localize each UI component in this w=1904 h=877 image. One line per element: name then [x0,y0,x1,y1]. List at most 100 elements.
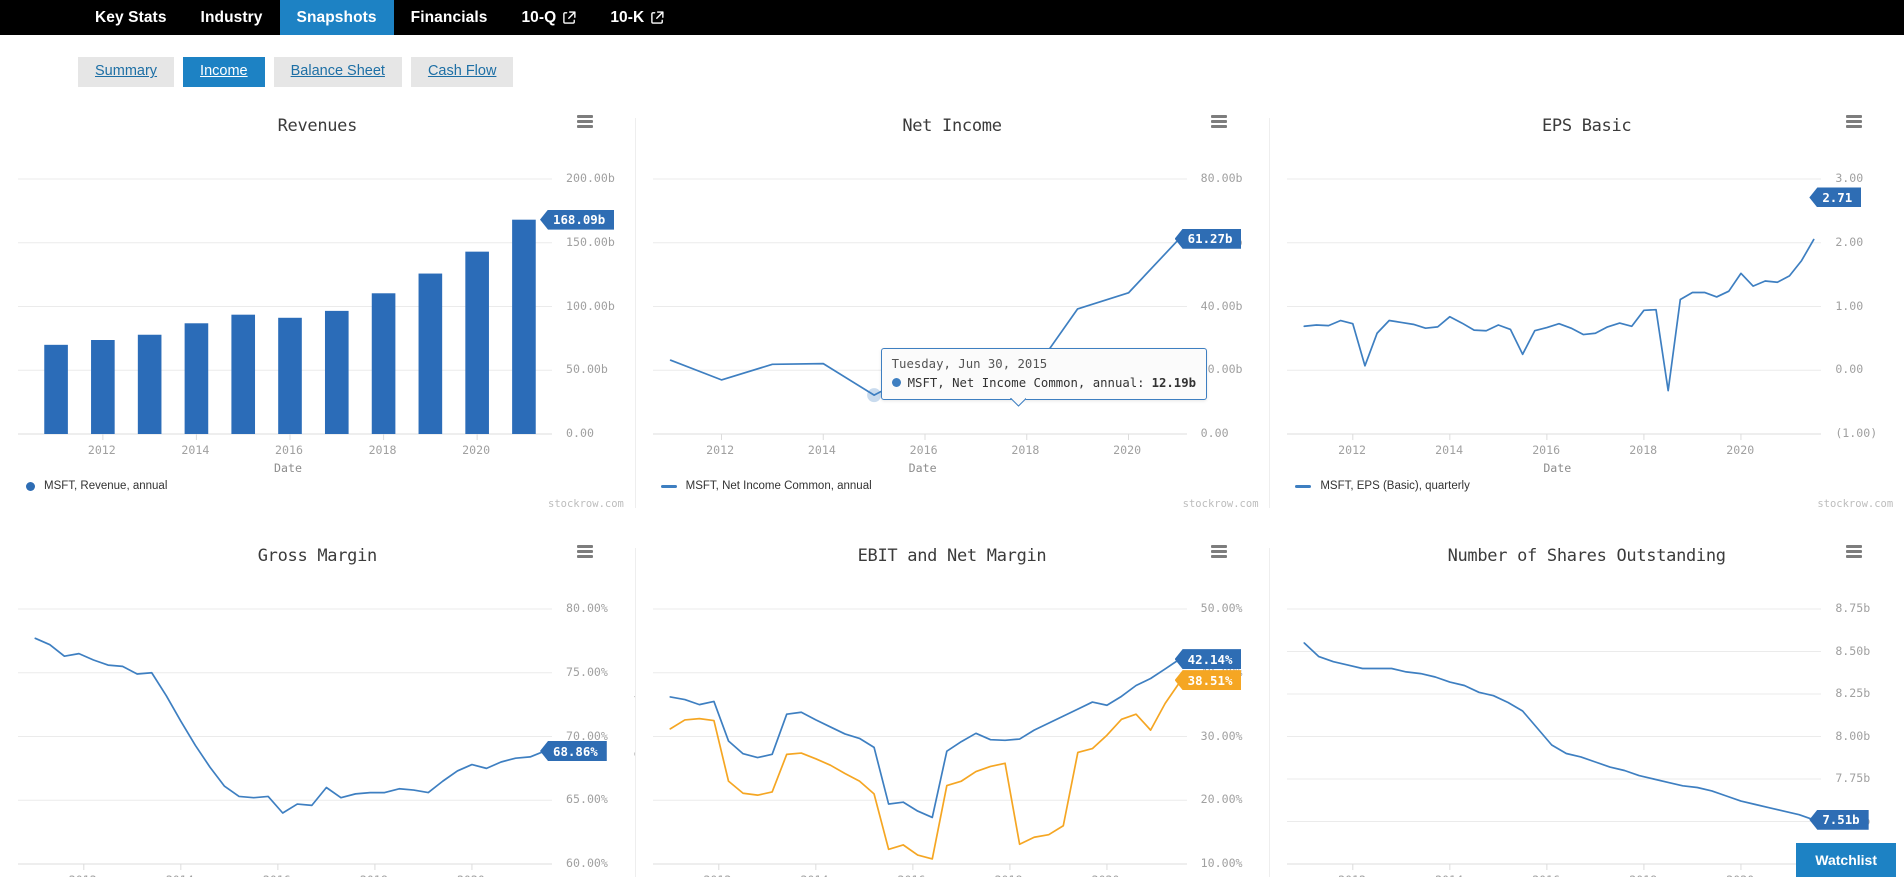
y-axis-tick-label: 60.00% [566,856,608,870]
x-axis-tick-label: 2014 [181,443,210,457]
series-line [34,637,546,814]
bar [512,219,536,434]
topnav-item-industry[interactable]: Industry [184,0,280,35]
subtab-income[interactable]: Income [183,57,265,87]
y-axis-tick-label: (1.00) [1835,426,1878,440]
y-axis-tick-label: 8.50b [1835,643,1871,658]
x-axis-tick-label: 2016 [898,873,926,877]
series-line [669,681,1181,860]
last-value-flag: 38.51% [1174,670,1242,691]
chart-title: Number of Shares Outstanding [1447,546,1726,566]
y-axis-tick-label: 80.00% [566,601,608,615]
plot-wrapper: 60.00%65.00%70.00%75.00%80.00%percentage… [0,566,635,877]
y-axis-tick-label: 8.75b [1835,601,1871,615]
y-axis-tick-label: 8.00b [1835,728,1871,743]
y-axis-tick-label: 65.00% [566,792,608,807]
chart-title: EPS Basic [1541,116,1632,136]
y-axis-tick-label: 8.25b [1835,686,1871,700]
plot-wrapper: (1.00)0.001.002.003.00cash ratio20122014… [1269,136,1904,475]
last-value-flag: 61.27b [1174,228,1242,249]
charts-grid: Revenues0.0050.00b100.00b150.00b200.00bc… [0,98,1904,877]
watchlist-button[interactable]: Watchlist [1796,843,1896,877]
last-value-flag: 42.14% [1174,649,1242,670]
bar [91,340,115,434]
chart-panel-shares_outstanding: Number of Shares Outstanding7.25b7.50b7.… [1269,528,1904,877]
x-axis-tick-label: 2020 [1092,873,1120,877]
chart-tooltip: Tuesday, Jun 30, 2015 MSFT, Net Income Co… [880,348,1207,401]
x-axis-tick-label: 2014 [800,873,828,877]
subtab-summary[interactable]: Summary [78,57,175,87]
chart-plot-area [652,178,1187,440]
y-axis-tick-label: 3.00 [1835,171,1864,185]
chart-legend[interactable]: MSFT, Net Income Common, annual [660,480,872,492]
y-axis-tick-label: 10.00% [1200,856,1243,870]
x-axis-tick-label: 2018 [1011,443,1040,457]
x-axis-tick-label: 2016 [1532,443,1561,457]
topnav-item-financials[interactable]: Financials [394,0,505,35]
subtab-balance-sheet[interactable]: Balance Sheet [273,57,402,87]
bar [44,344,68,434]
chart-credit: stockrow.com [1817,498,1894,510]
x-axis-tick-label: 2012 [706,443,735,457]
legend-label: MSFT, Net Income Common, annual [685,480,872,492]
tooltip-series-dot [891,378,901,388]
chart-title: Gross Margin [257,546,378,566]
plot-wrapper: 0.0020.00b40.00b60.00b80.00bcash20122014… [635,136,1269,475]
y-axis-tick-label: 7.75b [1835,771,1871,785]
chart-title: Net Income [902,116,1002,136]
topnav-item-snapshots[interactable]: Snapshots [279,0,394,35]
x-axis-tick-label: 2012 [69,873,97,877]
tooltip-series-row: MSFT, Net Income Common, annual: 12.19b [891,375,1196,392]
y-axis-tick-label: 2.00 [1835,234,1864,249]
chart-legend[interactable]: MSFT, Revenue, annual [26,480,167,492]
y-axis-tick-label: 40.00b [1200,298,1243,313]
last-value-flag: 7.51b [1809,809,1869,830]
x-axis-tick-label: 2012 [703,873,731,877]
topnav-item-label: Industry [200,8,263,26]
y-axis-tick-label: 30.00% [1200,728,1243,743]
x-axis-tick-label: 2016 [1532,873,1560,877]
chart-plot-area [18,178,552,440]
chart-legend[interactable]: MSFT, EPS (Basic), quarterly [1295,480,1470,492]
bar [371,293,396,434]
x-axis-tick-label: 2018 [1629,443,1658,457]
plot-wrapper: 0.0050.00b100.00b150.00b200.00bcash20122… [0,136,635,475]
y-axis-tick-label: 50.00b [566,362,608,377]
chart-menu-icon[interactable] [576,545,593,558]
x-axis-tick-label: 2014 [1435,443,1464,457]
plot-wrapper: 7.25b7.50b7.75b8.00b8.25b8.50b8.75bcash2… [1269,566,1904,877]
x-axis-tick-label: 2014 [1435,873,1463,877]
topnav-item-label: 10-K [610,8,645,26]
tooltip-date: Tuesday, Jun 30, 2015 [891,357,1048,371]
x-axis-tick-label: 2020 [1726,443,1755,457]
topnav-item-10-q[interactable]: 10-Q [504,0,593,35]
chart-menu-icon[interactable] [1211,545,1228,558]
y-axis-tick-label: 50.00% [1200,601,1243,615]
bar [184,323,209,434]
y-axis-tick-label: 80.00b [1200,171,1243,185]
last-value-flag: 2.71 [1809,187,1862,208]
topnav-item-label: Snapshots [296,8,377,26]
series-line [1303,642,1815,821]
x-axis-tick-label: 2020 [1113,443,1142,457]
topnav-item-key-stats[interactable]: Key Stats [78,0,184,35]
y-axis-tick-label: 200.00b [566,171,615,185]
bar [324,310,349,434]
bar [231,314,256,434]
x-axis-tick-label: 2012 [1338,443,1367,457]
x-axis-tick-label: 2012 [1338,873,1366,877]
chart-title: EBIT and Net Margin [857,546,1047,566]
chart-panel-net_income: Net Income0.0020.00b40.00b60.00b80.00bca… [634,98,1269,528]
chart-menu-icon[interactable] [1846,115,1862,128]
chart-menu-icon[interactable] [576,115,593,128]
subtab-cash-flow[interactable]: Cash Flow [410,57,514,87]
topnav-item-10-k[interactable]: 10-K [593,0,681,35]
x-axis-title: Date [1543,461,1572,475]
chart-plot-area [1287,178,1822,440]
x-axis-tick-label: 2020 [457,873,485,877]
plot-wrapper: 10.00%20.00%30.00%40.00%50.00%percentage… [635,566,1269,877]
chart-menu-icon[interactable] [1846,545,1862,558]
legend-line-icon [1295,484,1312,488]
y-axis-tick-label: 0.00 [1200,426,1229,440]
chart-menu-icon[interactable] [1211,115,1228,128]
